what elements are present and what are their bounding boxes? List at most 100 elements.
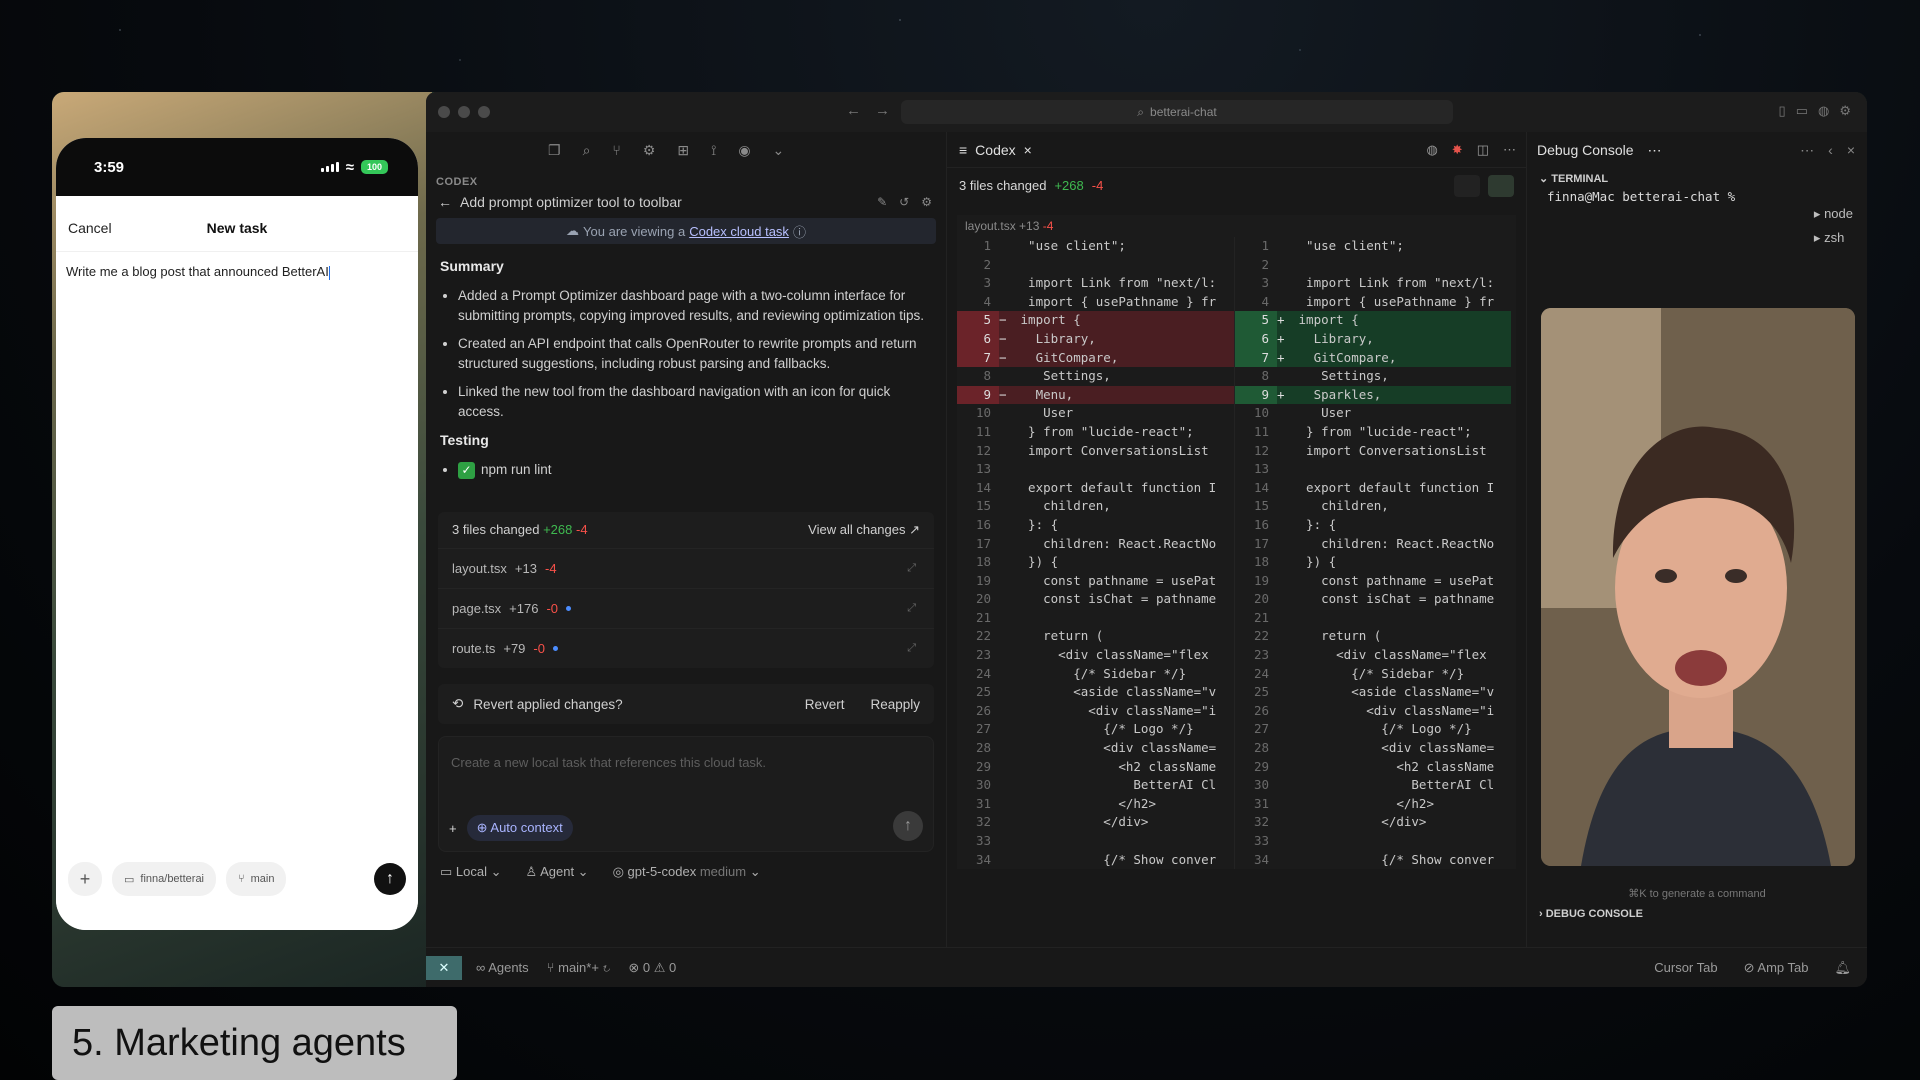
- diff-line: 15 children,: [1235, 497, 1511, 516]
- branch-chip[interactable]: ⑂ main: [226, 862, 287, 896]
- close-panel-icon[interactable]: ×: [1847, 142, 1855, 159]
- notifications-icon[interactable]: 🔔︎: [1834, 960, 1851, 976]
- command-search[interactable]: ⌕ betterai-chat: [901, 100, 1453, 124]
- collapse-icon[interactable]: ‹: [1828, 142, 1833, 159]
- terminal-node[interactable]: ▸ node: [1814, 202, 1853, 226]
- reapply-button[interactable]: Reapply: [870, 697, 920, 712]
- terminal-zsh[interactable]: ▸ zsh: [1814, 226, 1853, 250]
- files-icon[interactable]: ❐: [548, 142, 561, 168]
- task-input[interactable]: Write me a blog post that announced Bett…: [56, 252, 418, 292]
- more-actions-icon[interactable]: ⋯: [1800, 142, 1814, 159]
- codex-cloud-link[interactable]: Codex cloud task: [689, 224, 789, 239]
- chevron-down-icon[interactable]: ⌄: [773, 142, 785, 168]
- send-button[interactable]: ↑: [374, 863, 406, 895]
- code-text: <div className="i: [1291, 702, 1495, 718]
- extensions-icon[interactable]: ⊞: [677, 142, 689, 168]
- code-text: {/* Sidebar */}: [1013, 665, 1187, 681]
- diff-marker: [1277, 627, 1291, 646]
- add-button[interactable]: +: [68, 862, 102, 896]
- debug-console-section[interactable]: › DEBUG CONSOLE: [1539, 908, 1643, 920]
- tab-codex[interactable]: ≡ Codex ×: [959, 142, 1032, 158]
- unified-view-toggle[interactable]: [1454, 174, 1480, 197]
- code-text: Settings,: [1013, 368, 1111, 384]
- agents-label: Agents: [488, 959, 529, 975]
- code-text: const pathname = usePat: [1291, 572, 1495, 588]
- local-dropdown[interactable]: ▭ Local ⌄: [440, 864, 502, 880]
- expand-icon[interactable]: ⤢: [907, 602, 916, 615]
- back-icon[interactable]: ←: [438, 194, 452, 210]
- code-text: } from "lucide-react";: [1013, 423, 1194, 439]
- expand-icon[interactable]: ⤢: [907, 562, 916, 575]
- file-row[interactable]: route.ts +79 -0 ⤢: [438, 628, 934, 668]
- file-row[interactable]: layout.tsx +13 -4 ⤢: [438, 548, 934, 588]
- code-text: } from "lucide-react";: [1291, 423, 1472, 439]
- line-number: 20: [975, 591, 991, 607]
- line-number: 7: [1235, 348, 1277, 368]
- toggle-sidebar-icon[interactable]: ▯: [1779, 103, 1786, 119]
- amp-tab-item[interactable]: ⊘ Amp Tab: [1744, 960, 1809, 976]
- code-text: User: [1013, 405, 1074, 421]
- back-arrow-icon[interactable]: ←: [846, 102, 861, 119]
- remote-button[interactable]: ✕: [426, 955, 462, 980]
- tab-debug-console[interactable]: Debug Console: [1537, 142, 1634, 158]
- search-files-icon[interactable]: ⌕: [583, 142, 591, 168]
- diff-line: 28 <div className=: [1235, 739, 1511, 758]
- split-editor-icon[interactable]: ◫: [1477, 142, 1489, 158]
- diff-marker: [1277, 404, 1291, 423]
- maximize-window-button[interactable]: [478, 106, 490, 118]
- cursor-tab-item[interactable]: Cursor Tab: [1654, 960, 1717, 976]
- globe-icon[interactable]: ◍: [1426, 142, 1437, 158]
- line-number: 17: [1253, 535, 1269, 551]
- repo-chip[interactable]: ▭ finna/betterai: [112, 862, 217, 896]
- settings-icon[interactable]: ⚙: [1839, 103, 1851, 119]
- revert-button[interactable]: Revert: [805, 697, 845, 712]
- view-all-changes-link[interactable]: View all changes ↗: [808, 522, 920, 538]
- auto-context-chip[interactable]: ⊕ Auto context: [466, 815, 573, 841]
- diff-line: 15 children,: [957, 497, 1234, 516]
- add-attachment-icon[interactable]: +: [449, 821, 457, 836]
- problems-item[interactable]: ⊗ 0 ⚠ 0: [628, 960, 676, 976]
- line-number: 4: [1261, 293, 1269, 309]
- remote-icon[interactable]: ⟟: [711, 142, 716, 168]
- branch-item[interactable]: ⑂ main*+ ↻: [547, 960, 611, 976]
- diff-marker: [1277, 423, 1291, 442]
- codex-icon[interactable]: ◉: [738, 142, 750, 168]
- submit-button[interactable]: ↑: [893, 811, 923, 841]
- toggle-panel-icon[interactable]: ▭: [1796, 103, 1808, 119]
- diff-files-changed: 3 files changed: [959, 178, 1047, 193]
- diff-line: 33: [957, 832, 1234, 851]
- code-text: {/* Logo */}: [1013, 721, 1194, 737]
- line-number: 31: [1253, 795, 1269, 811]
- line-number: 2: [983, 256, 991, 272]
- code-text: import ConversationsList: [1291, 442, 1487, 458]
- diff-line: 2: [957, 256, 1234, 275]
- model-dropdown[interactable]: ◎ gpt-5-codex medium ⌄: [613, 864, 761, 880]
- gear-icon[interactable]: ⚙: [921, 195, 932, 209]
- info-icon[interactable]: ⓘ: [793, 222, 806, 241]
- branch-label: main*+: [558, 959, 599, 975]
- close-tab-icon[interactable]: ×: [1024, 142, 1032, 158]
- bug-icon[interactable]: ✸: [1452, 142, 1463, 158]
- diff-marker: [1277, 535, 1291, 554]
- minimize-window-button[interactable]: [458, 106, 470, 118]
- more-icon[interactable]: ⋯: [1503, 142, 1516, 158]
- source-control-icon[interactable]: ⑂: [612, 142, 620, 168]
- debug-icon[interactable]: ⚙: [643, 142, 656, 168]
- cloud-task-banner: ☁ You are viewing a Codex cloud task ⓘ: [436, 218, 936, 244]
- diff-marker: [1277, 460, 1291, 479]
- file-row[interactable]: page.tsx +176 -0 ⤢: [438, 588, 934, 628]
- line-number: 10: [1253, 405, 1269, 421]
- expand-icon[interactable]: ⤢: [907, 642, 916, 655]
- cancel-button[interactable]: Cancel: [68, 220, 112, 236]
- forward-arrow-icon[interactable]: →: [875, 102, 890, 119]
- agents-item[interactable]: ∞ Agents: [476, 960, 529, 976]
- compose-box[interactable]: Create a new local task that references …: [438, 736, 934, 852]
- history-icon[interactable]: ↺: [899, 195, 909, 209]
- more-icon[interactable]: ⋯: [1648, 142, 1662, 159]
- split-view-toggle[interactable]: [1488, 174, 1514, 197]
- agent-dropdown[interactable]: ♙ Agent ⌄: [526, 864, 589, 880]
- file-name: layout.tsx: [452, 561, 507, 576]
- account-icon[interactable]: ◍: [1818, 103, 1829, 119]
- close-window-button[interactable]: [438, 106, 450, 118]
- edit-icon[interactable]: ✎: [877, 195, 887, 209]
